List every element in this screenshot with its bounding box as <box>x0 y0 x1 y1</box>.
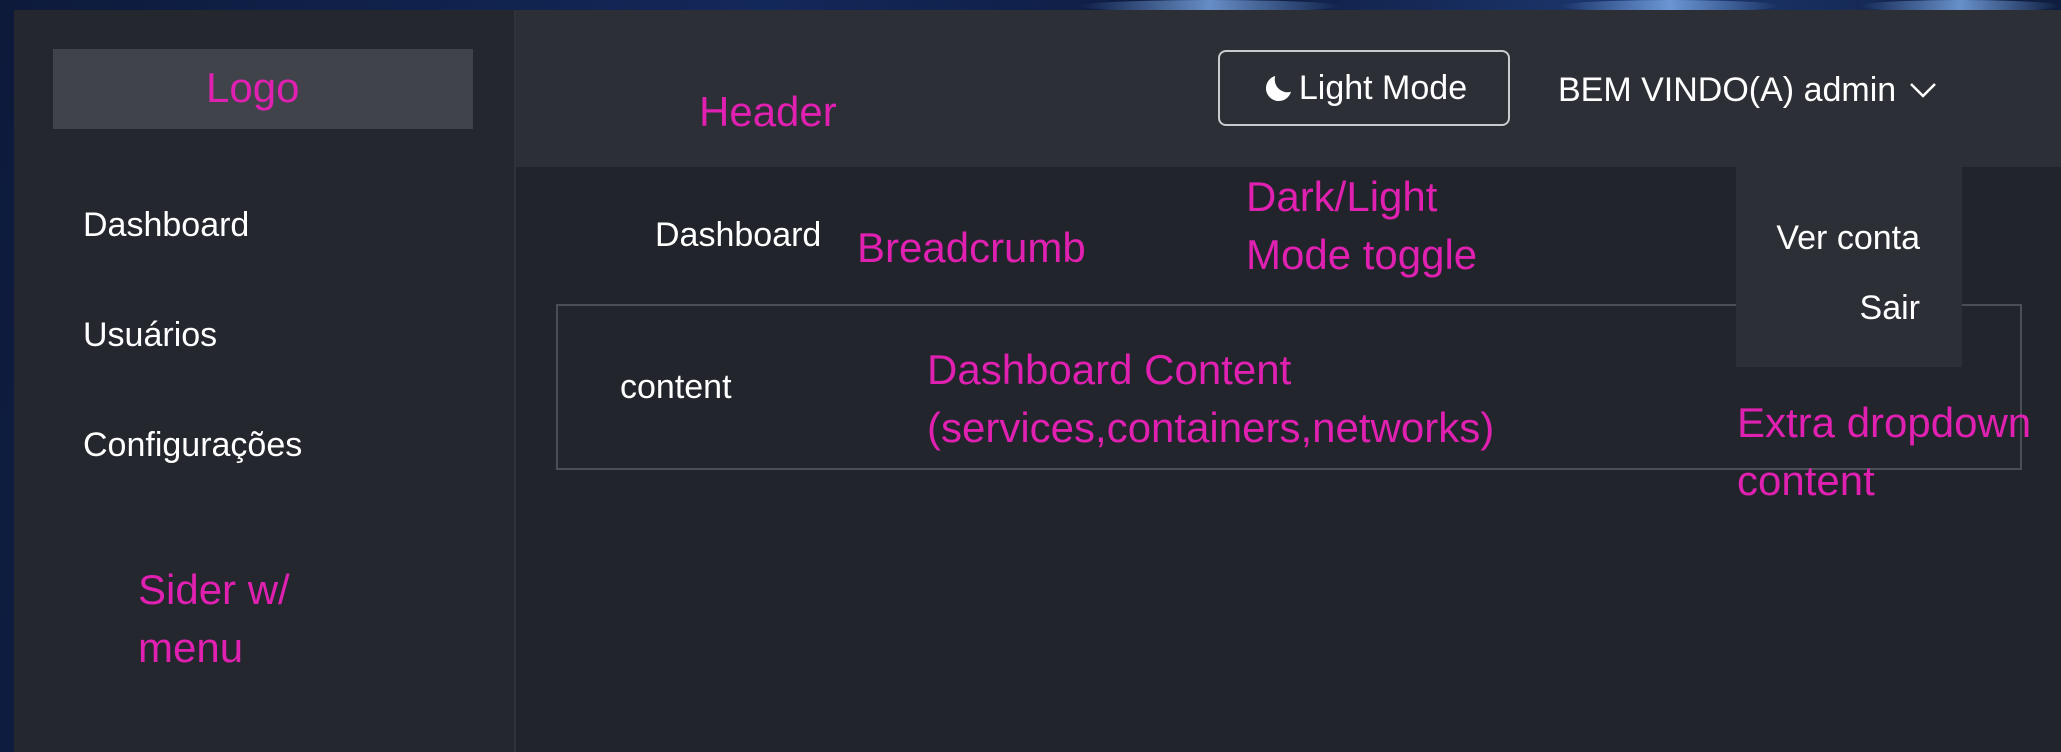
logo-annotation: Logo <box>206 64 300 111</box>
user-menu-trigger[interactable]: BEM VINDO(A) admin <box>1558 68 1938 112</box>
chevron-down-icon <box>1908 79 1938 101</box>
user-dropdown-menu: Ver conta Sair <box>1736 167 1962 367</box>
sidebar-item-label: Usuários <box>83 315 218 354</box>
content-text: content <box>620 368 732 406</box>
mode-toggle-button[interactable]: Light Mode <box>1218 50 1510 126</box>
dropdown-annotation: Extra dropdown content <box>1737 394 2031 510</box>
content-annotation-line: (services,containers,networks) <box>927 404 1495 451</box>
breadcrumb-annotation: Breadcrumb <box>857 224 1086 271</box>
sidebar-item-label: Configurações <box>83 425 303 464</box>
header: Header Light Mode BEM VINDO(A) admin <box>516 10 2061 167</box>
toggle-annotation-line: Dark/Light <box>1246 173 1438 220</box>
toggle-annotation: Dark/Light Mode toggle <box>1246 168 1477 284</box>
sider: Logo Dashboard Usuários Configurações Si… <box>14 10 516 752</box>
header-annotation: Header <box>699 88 837 135</box>
logo: Logo <box>53 49 473 129</box>
toggle-annotation-line: Mode toggle <box>1246 231 1478 278</box>
breadcrumb-item[interactable]: Dashboard <box>655 216 821 254</box>
sider-annotation: Sider w/ menu <box>138 561 290 677</box>
dropdown-item-sair[interactable]: Sair <box>1860 289 1920 328</box>
sider-annotation-line: menu <box>138 624 244 671</box>
breadcrumb: Dashboard <box>655 216 821 255</box>
content-annotation-line: Dashboard Content <box>927 346 1292 393</box>
sidebar-item-configuracoes[interactable]: Configurações <box>14 390 514 500</box>
mode-toggle-label: Light Mode <box>1298 68 1468 107</box>
sider-annotation-line: Sider w/ <box>138 566 290 613</box>
user-greeting: BEM VINDO(A) admin <box>1558 70 1897 109</box>
app-layout: Logo Dashboard Usuários Configurações Si… <box>14 10 2061 752</box>
dropdown-item-ver-conta[interactable]: Ver conta <box>1776 219 1920 258</box>
sidebar-item-label: Dashboard <box>83 205 250 244</box>
moon-icon <box>1265 76 1291 102</box>
dropdown-annotation-line: content <box>1737 457 1875 504</box>
dropdown-annotation-line: Extra dropdown <box>1737 399 2032 446</box>
content-annotation: Dashboard Content (services,containers,n… <box>927 341 1494 457</box>
sidebar-item-usuarios[interactable]: Usuários <box>14 280 514 390</box>
sidebar-item-dashboard[interactable]: Dashboard <box>14 170 514 280</box>
sider-menu: Dashboard Usuários Configurações <box>14 170 514 500</box>
